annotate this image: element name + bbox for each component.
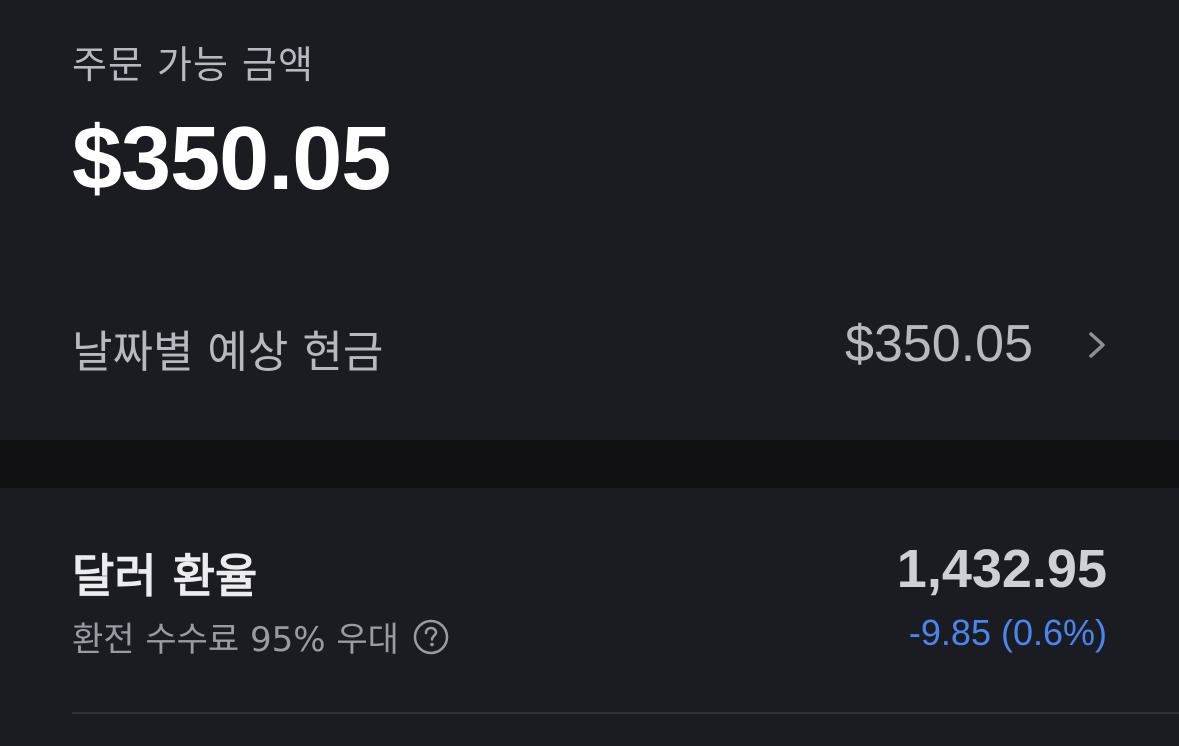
- cash-by-date-row[interactable]: 날짜별 예상 현금 $350.05: [0, 300, 1179, 390]
- cash-by-date-label: 날짜별 예상 현금: [72, 327, 384, 378]
- dollar-exchange-section[interactable]: 달러 환율 환전 수수료 95% 우대 1,432.95 -9.85 (0.6%…: [0, 488, 1179, 746]
- exchange-rate-value: 1,432.95: [896, 539, 1107, 599]
- chevron-right-icon: [1089, 332, 1105, 358]
- exchange-fee-discount: 환전 수수료 95% 우대: [72, 612, 449, 661]
- section-divider: [0, 440, 1179, 488]
- question-circle-icon[interactable]: [413, 619, 449, 655]
- exchange-rate-change: -9.85 (0.6%): [908, 612, 1107, 653]
- order-available-amount: $350.05: [72, 109, 391, 209]
- exchange-fee-discount-text: 환전 수수료 95% 우대: [72, 620, 399, 660]
- order-available-label: 주문 가능 금액: [72, 43, 314, 87]
- bottom-divider: [72, 712, 1179, 714]
- exchange-rate-title: 달러 환율: [72, 549, 258, 603]
- order-summary-section: 주문 가능 금액 $350.05 날짜별 예상 현금 $350.05: [0, 0, 1179, 440]
- cash-by-date-value: $350.05: [845, 315, 1033, 373]
